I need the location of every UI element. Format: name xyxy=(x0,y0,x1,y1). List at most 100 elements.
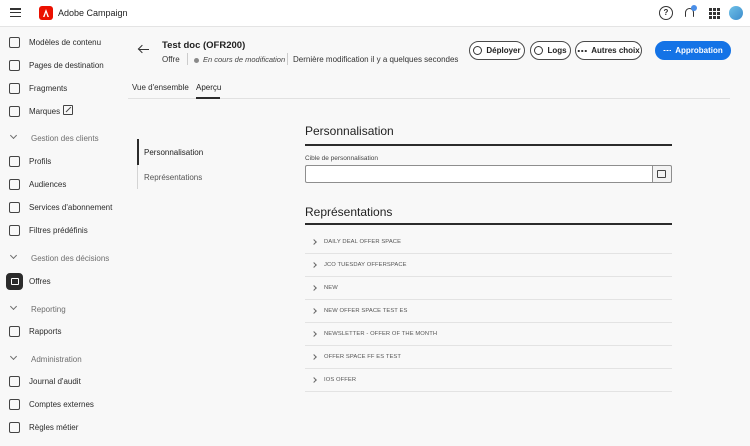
representation-label: NEW OFFER SPACE TEST ES xyxy=(324,308,408,314)
filter-icon xyxy=(9,225,20,236)
fragments-icon xyxy=(9,83,20,94)
sidebar-group-decision-management[interactable]: Gestion des décisions xyxy=(0,251,115,267)
sidebar-item-label: Services d'abonnement xyxy=(29,203,113,212)
personalization-target-input[interactable] xyxy=(305,165,653,183)
notifications-bell-icon[interactable] xyxy=(683,5,697,20)
tab-preview[interactable]: Aperçu xyxy=(196,83,221,92)
personalization-target-label: Cible de personnalisation xyxy=(305,155,378,162)
brand-icon xyxy=(9,106,20,117)
representation-label: NEWSLETTER - OFFER OF THE MONTH xyxy=(324,331,438,337)
main-content: Test doc (OFR200) Offre En cours de modi… xyxy=(115,27,750,446)
approve-button-label: Approbation xyxy=(675,46,723,55)
last-modified-text: Dernière modification il y a quelques se… xyxy=(293,55,459,64)
tab-overview[interactable]: Vue d'ensemble xyxy=(132,83,189,92)
sidebar-item-label: Marques xyxy=(29,107,61,116)
chevron-right-icon xyxy=(311,377,317,383)
logs-button[interactable]: Logs xyxy=(530,41,571,60)
external-accounts-icon xyxy=(9,399,20,410)
sidebar-item-audit-log[interactable]: Journal d'audit xyxy=(0,372,115,391)
logs-button-label: Logs xyxy=(547,46,567,55)
section-divider xyxy=(305,144,672,146)
approve-button[interactable]: Approbation xyxy=(655,41,731,60)
sidebar-item-reports[interactable]: Rapports xyxy=(0,322,115,341)
status-dot-icon xyxy=(194,58,199,63)
user-avatar[interactable] xyxy=(729,6,743,20)
sidebar-group-administration[interactable]: Administration xyxy=(0,352,115,368)
sidebar-item-label: Offres xyxy=(29,277,51,286)
audiences-icon xyxy=(9,179,20,190)
section-title-personalization: Personnalisation xyxy=(305,124,394,138)
page-title: Test doc (OFR200) xyxy=(162,40,246,51)
sidebar-item-business-rules[interactable]: Règles métier xyxy=(0,418,115,437)
deploy-button[interactable]: Déployer xyxy=(469,41,525,60)
chevron-right-icon xyxy=(311,308,317,314)
sidebar-item-label: Comptes externes xyxy=(29,400,94,409)
sidebar-item-brands[interactable]: Marques xyxy=(0,102,115,121)
back-arrow-icon[interactable] xyxy=(138,43,150,55)
representation-row[interactable]: DAILY DEAL OFFER SPACE xyxy=(305,231,672,254)
sidebar-item-label: Fragments xyxy=(29,84,68,93)
sidebar-group-customer-management[interactable]: Gestion des clients xyxy=(0,131,115,147)
subscription-icon xyxy=(9,202,20,213)
sidebar: Modèles de contenu Pages de destination … xyxy=(0,27,115,446)
app-switcher-grid-icon[interactable] xyxy=(707,6,721,20)
hamburger-menu-icon[interactable] xyxy=(10,8,21,17)
chevron-right-icon xyxy=(311,262,317,268)
top-bar: Adobe Campaign ? xyxy=(0,0,750,27)
sidebar-item-offers[interactable]: Offres xyxy=(0,272,115,291)
sidebar-group-reporting[interactable]: Reporting xyxy=(0,302,115,318)
help-icon[interactable]: ? xyxy=(659,6,673,20)
sidebar-item-subscription-services[interactable]: Services d'abonnement xyxy=(0,198,115,217)
offers-icon xyxy=(6,273,23,290)
notification-dot xyxy=(691,5,697,11)
representation-row[interactable]: NEW xyxy=(305,277,672,300)
representation-row[interactable]: NEWSLETTER - OFFER OF THE MONTH xyxy=(305,323,672,346)
more-dots-icon xyxy=(577,49,588,52)
audit-icon xyxy=(9,376,20,387)
sidebar-item-label: Profils xyxy=(29,157,52,166)
folder-picker-button[interactable] xyxy=(653,165,672,183)
business-rules-icon xyxy=(9,422,20,433)
sidebar-item-label: Filtres prédéfinis xyxy=(29,226,88,235)
sidebar-item-fragments[interactable]: Fragments xyxy=(0,79,115,98)
representation-row[interactable]: IOS OFFER xyxy=(305,369,672,392)
sidebar-item-audiences[interactable]: Audiences xyxy=(0,175,115,194)
chevron-right-icon xyxy=(311,331,317,337)
sidebar-item-landing-pages[interactable]: Pages de destination xyxy=(0,56,115,75)
chevron-right-icon xyxy=(311,354,317,360)
chevron-right-icon xyxy=(311,239,317,245)
sidebar-item-label: Modèles de contenu xyxy=(29,38,102,47)
more-options-label: Autres choix xyxy=(591,46,640,55)
chevron-down-icon xyxy=(9,352,18,361)
section-link-personalization[interactable]: Personnalisation xyxy=(144,148,203,157)
sidebar-item-label: Règles métier xyxy=(29,423,79,432)
sidebar-item-predefined-filters[interactable]: Filtres prédéfinis xyxy=(0,221,115,240)
status-badge: En cours de modification xyxy=(203,55,286,64)
sidebar-item-profiles[interactable]: Profils xyxy=(0,152,115,171)
more-dots-icon xyxy=(663,49,672,52)
template-icon xyxy=(9,37,20,48)
active-tab-indicator xyxy=(196,97,220,99)
representation-label: DAILY DEAL OFFER SPACE xyxy=(324,239,402,245)
profile-icon xyxy=(9,156,20,167)
representation-row[interactable]: JCO TUESDAY OFFERSPACE xyxy=(305,254,672,277)
chevron-down-icon xyxy=(9,251,18,260)
sidebar-item-external-accounts[interactable]: Comptes externes xyxy=(0,395,115,414)
app-title: Adobe Campaign xyxy=(58,8,128,18)
representation-row[interactable]: NEW OFFER SPACE TEST ES xyxy=(305,300,672,323)
section-rail xyxy=(137,165,138,189)
sidebar-item-label: Journal d'audit xyxy=(29,377,81,386)
deploy-button-label: Déployer xyxy=(486,46,521,55)
history-icon xyxy=(534,46,544,55)
sidebar-item-content-templates[interactable]: Modèles de contenu xyxy=(0,33,115,52)
landing-page-icon xyxy=(9,60,20,71)
sidebar-item-label: Rapports xyxy=(29,327,62,336)
sidebar-item-label: Pages de destination xyxy=(29,61,104,70)
reports-icon xyxy=(9,326,20,337)
adobe-logo-icon xyxy=(39,6,53,20)
open-external-icon[interactable] xyxy=(63,105,73,115)
representation-row[interactable]: OFFER SPACE FF ES TEST xyxy=(305,346,672,369)
section-link-representations[interactable]: Représentations xyxy=(144,173,202,182)
more-options-button[interactable]: Autres choix xyxy=(575,41,642,60)
representation-label: JCO TUESDAY OFFERSPACE xyxy=(324,262,407,268)
